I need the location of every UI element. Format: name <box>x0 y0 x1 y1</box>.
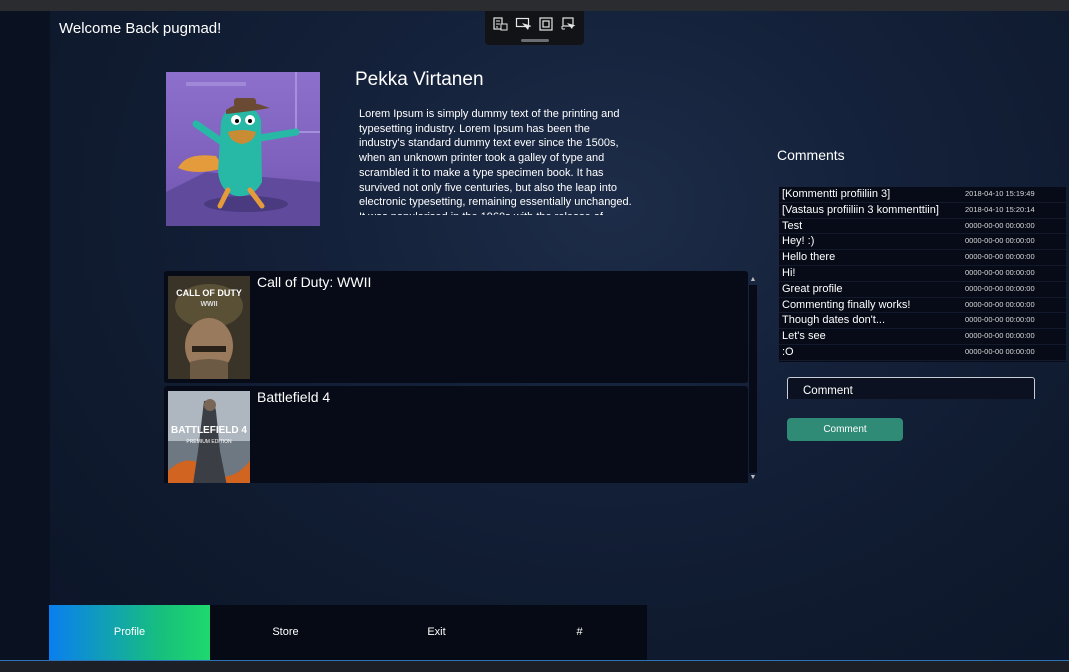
comment-row[interactable]: Test 0000-00-00 00:00:00 <box>779 219 1066 235</box>
live-tree-icon[interactable] <box>491 16 509 34</box>
comment-text: Let's see <box>782 330 826 343</box>
comment-text: Hello there <box>782 251 836 264</box>
comment-date: 0000-00-00 00:00:00 <box>965 220 1035 230</box>
comments-list[interactable]: [Kommentti profiiliin 3] 2018-04-10 15:19… <box>779 187 1066 362</box>
debug-toolbar <box>485 11 584 45</box>
cover-title: BATTLEFIELD 4 <box>171 425 247 436</box>
comment-row[interactable]: Hello there 0000-00-00 00:00:00 <box>779 250 1066 266</box>
comment-button[interactable]: Comment <box>787 418 903 441</box>
comment-row[interactable]: Commenting finally works! 0000-00-00 00:0… <box>779 298 1066 314</box>
bottom-navigation: Profile Store Exit # <box>49 605 647 660</box>
games-list[interactable]: CALL OF DUTY WWII Call of Duty: WWII BAT… <box>164 271 748 483</box>
comment-date: 0000-00-00 00:00:00 <box>965 252 1035 262</box>
scroll-down-icon[interactable]: ▼ <box>749 474 757 482</box>
profile-name: Pekka Virtanen <box>355 69 484 90</box>
game-title: Battlefield 4 <box>257 389 331 405</box>
comment-date: 0000-00-00 00:00:00 <box>965 315 1035 325</box>
comment-text: :O <box>782 346 794 358</box>
comment-row[interactable]: Hi! 0000-00-00 00:00:00 <box>779 266 1066 282</box>
comment-date: 0000-00-00 00:00:00 <box>965 268 1035 277</box>
game-cover-image: BATTLEFIELD 4 PREMIUM EDITION <box>168 391 250 483</box>
comment-date: 0000-00-00 00:00:00 <box>965 347 1035 356</box>
comment-row[interactable]: Let's see 0000-00-00 00:00:00 <box>779 329 1066 345</box>
nav-item[interactable]: # <box>512 605 647 660</box>
comment-text: Great profile <box>782 282 843 295</box>
comment-date: 2018-04-10 15:20:14 <box>965 204 1035 214</box>
window-top-bar <box>0 0 1069 11</box>
comment-text: Test <box>782 219 803 232</box>
comment-text: Though dates don't... <box>782 314 886 327</box>
comments-heading: Comments <box>777 147 845 163</box>
list-item[interactable]: BATTLEFIELD 4 PREMIUM EDITION Battlefiel… <box>164 386 748 483</box>
comment-text: [Vastaus profiiliin 3 kommenttiin] <box>782 203 939 216</box>
scrollbar-thumb[interactable] <box>749 285 757 473</box>
comment-row[interactable]: Hey! :) 0000-00-00 00:00:00 <box>779 234 1066 251</box>
comment-date: 0000-00-00 00:00:00 <box>965 331 1035 341</box>
display-layout-adorners-icon[interactable] <box>537 16 555 34</box>
comment-text: Hey! :) <box>782 235 815 248</box>
comment-date: 0000-00-00 00:00:00 <box>965 283 1035 293</box>
game-cover-image: CALL OF DUTY WWII <box>168 276 250 379</box>
nav-item[interactable]: Store <box>210 605 361 660</box>
taskbar-edge <box>0 660 1069 672</box>
comment-row[interactable]: Great profile 0000-00-00 00:00:00 <box>779 282 1066 298</box>
nav-item[interactable]: Exit <box>361 605 512 660</box>
comment-date: 0000-00-00 00:00:00 <box>965 299 1035 309</box>
comment-row[interactable]: :O 0000-00-00 00:00:00 <box>779 345 1066 361</box>
comment-text: Commenting finally works! <box>782 298 911 311</box>
track-focus-icon[interactable] <box>560 16 578 34</box>
list-item[interactable]: CALL OF DUTY WWII Call of Duty: WWII <box>164 271 748 383</box>
toolbar-drag-handle[interactable] <box>521 39 549 42</box>
nav-item[interactable]: Profile <box>49 605 210 660</box>
welcome-message: Welcome Back pugmad! <box>59 20 222 37</box>
scroll-up-icon[interactable]: ▲ <box>749 276 757 284</box>
profile-bio: Lorem Ipsum is simply dummy text of the … <box>359 108 632 215</box>
game-title: Call of Duty: WWII <box>257 274 372 290</box>
left-strip <box>0 11 50 660</box>
comment-date: 0000-00-00 00:00:00 <box>965 236 1035 246</box>
cover-title: CALL OF DUTY <box>176 288 242 298</box>
games-scrollbar[interactable]: ▲ ▼ <box>749 276 757 482</box>
profile-avatar <box>166 72 320 226</box>
cover-subtitle: PREMIUM EDITION <box>186 439 232 445</box>
comment-row[interactable]: Though dates don't... 0000-00-00 00:00:00 <box>779 313 1066 330</box>
comment-date: 2018-04-10 15:19:49 <box>965 189 1035 198</box>
cover-subtitle: WWII <box>200 301 217 308</box>
comment-input[interactable] <box>787 377 1035 399</box>
select-element-icon[interactable] <box>514 16 532 34</box>
comment-text: [Kommentti profiiliin 3] <box>782 188 891 200</box>
comment-row[interactable]: [Kommentti profiiliin 3] 2018-04-10 15:19… <box>779 187 1066 203</box>
comment-row[interactable]: [Vastaus profiiliin 3 kommenttiin] 2018-0… <box>779 203 1066 219</box>
comment-text: Hi! <box>782 267 796 279</box>
